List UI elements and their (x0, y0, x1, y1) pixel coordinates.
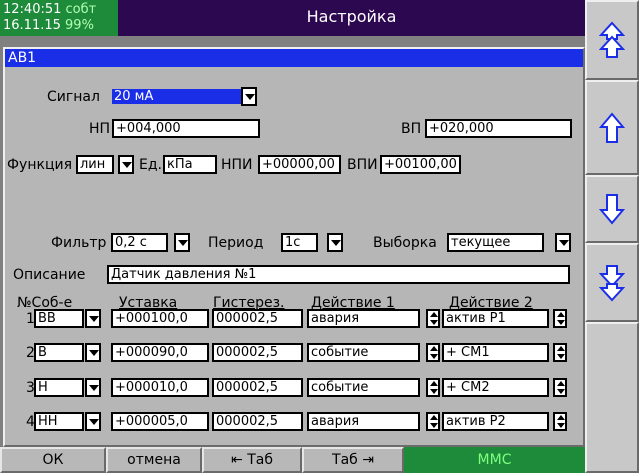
action1-spin-icon[interactable] (426, 309, 440, 328)
bottom-bar: ОК отмена ⇤ Таб Таб ⇥ ММС (0, 447, 585, 473)
hysteresis-input[interactable]: 000002,5 (212, 412, 303, 431)
hysteresis-input[interactable]: 000002,5 (212, 343, 303, 362)
action1-select[interactable]: событие (307, 343, 420, 362)
page-down-button[interactable] (585, 243, 639, 322)
description-label: Описание (13, 267, 86, 283)
action1-spin-icon[interactable] (426, 343, 440, 362)
setpoint-input[interactable]: +000100,0 (111, 309, 209, 328)
action1-spin-icon[interactable] (426, 412, 440, 431)
up-arrow-icon (599, 111, 625, 143)
down-arrow-icon (599, 194, 625, 225)
filter-select[interactable]: 0,2 с (111, 233, 168, 252)
vpi-label: ВПИ (347, 157, 378, 173)
time-text: 12:40:51 (3, 2, 62, 17)
period-dropdown-icon[interactable] (327, 233, 343, 252)
event-select[interactable]: ВВ (34, 309, 84, 328)
period-select[interactable]: 1с (281, 233, 318, 252)
vp-input[interactable]: +020,000 (425, 119, 572, 138)
setpoint-input[interactable]: +000010,0 (111, 378, 209, 397)
battery-text: 99% (65, 18, 94, 33)
tab-back-button[interactable]: ⇤ Таб (202, 447, 302, 473)
np-label: НП (89, 121, 111, 137)
double-up-arrow-icon (599, 21, 625, 58)
action2-select[interactable]: актив Р2 (442, 412, 549, 431)
page-up-button[interactable] (585, 0, 639, 80)
vp-label: ВП (401, 121, 422, 137)
action2-select[interactable]: актив Р1 (442, 309, 549, 328)
sample-dropdown-icon[interactable] (555, 233, 571, 252)
sample-select[interactable]: текущее (447, 233, 544, 252)
channel-header: АВ1 (5, 49, 583, 67)
action1-select[interactable]: авария (307, 309, 420, 328)
event-dropdown-icon[interactable] (85, 378, 101, 397)
np-input[interactable]: +004,000 (112, 119, 260, 138)
period-label: Период (208, 235, 264, 251)
ok-button[interactable]: ОК (0, 447, 106, 473)
status-clock: 12:40:51 собт 16.11.15 99% (0, 0, 118, 36)
mode-text: собт (65, 2, 97, 17)
sample-label: Выборка (373, 235, 437, 251)
tab-forward-button[interactable]: Таб ⇥ (302, 447, 404, 473)
event-dropdown-icon[interactable] (85, 412, 101, 431)
description-input[interactable]: Датчик давления №1 (107, 265, 570, 284)
up-button[interactable] (585, 80, 639, 175)
filter-dropdown-icon[interactable] (174, 233, 190, 252)
function-label: Функция (7, 157, 72, 173)
hysteresis-input[interactable]: 000002,5 (212, 309, 303, 328)
event-dropdown-icon[interactable] (85, 309, 101, 328)
action2-select[interactable]: + СМ2 (442, 378, 549, 397)
event-select[interactable]: НН (34, 412, 84, 431)
event-select[interactable]: Н (34, 378, 84, 397)
settings-panel: АВ1 Сигнал 20 мА НП +004,000 ВП +020,000… (3, 47, 585, 447)
unit-label: Ед. (139, 157, 162, 173)
signal-label: Сигнал (47, 89, 100, 105)
signal-select[interactable]: 20 мА (110, 87, 243, 106)
vpi-input[interactable]: +00100,00 (380, 155, 461, 174)
action1-select[interactable]: событие (307, 378, 420, 397)
hysteresis-input[interactable]: 000002,5 (212, 378, 303, 397)
cancel-button[interactable]: отмена (106, 447, 202, 473)
screen: 12:40:51 собт 16.11.15 99% Настройка АВ1… (0, 0, 639, 473)
function-dropdown-icon[interactable] (118, 155, 134, 174)
action2-select[interactable]: + СМ1 (442, 343, 549, 362)
action2-spin-icon[interactable] (553, 309, 567, 328)
mmc-button[interactable]: ММС (404, 447, 585, 473)
filter-label: Фильтр (51, 235, 107, 251)
setpoint-input[interactable]: +000005,0 (111, 412, 209, 431)
npi-input[interactable]: +00000,00 (258, 155, 341, 174)
action2-spin-icon[interactable] (553, 343, 567, 362)
action2-spin-icon[interactable] (553, 378, 567, 397)
event-dropdown-icon[interactable] (85, 343, 101, 362)
top-bar: 12:40:51 собт 16.11.15 99% Настройка (0, 0, 585, 36)
setpoint-input[interactable]: +000090,0 (111, 343, 209, 362)
npi-label: НПИ (221, 157, 253, 173)
double-down-arrow-icon (599, 264, 625, 301)
action2-spin-icon[interactable] (553, 412, 567, 431)
action1-spin-icon[interactable] (426, 378, 440, 397)
empty-side-button[interactable] (585, 322, 639, 473)
event-select[interactable]: В (34, 343, 84, 362)
function-select[interactable]: лин (76, 155, 114, 174)
page-title: Настройка (306, 7, 397, 26)
signal-dropdown-icon[interactable] (241, 87, 257, 106)
down-button[interactable] (585, 175, 639, 243)
date-text: 16.11.15 (3, 18, 61, 33)
unit-input[interactable]: кПа (163, 155, 217, 174)
action1-select[interactable]: авария (307, 412, 420, 431)
